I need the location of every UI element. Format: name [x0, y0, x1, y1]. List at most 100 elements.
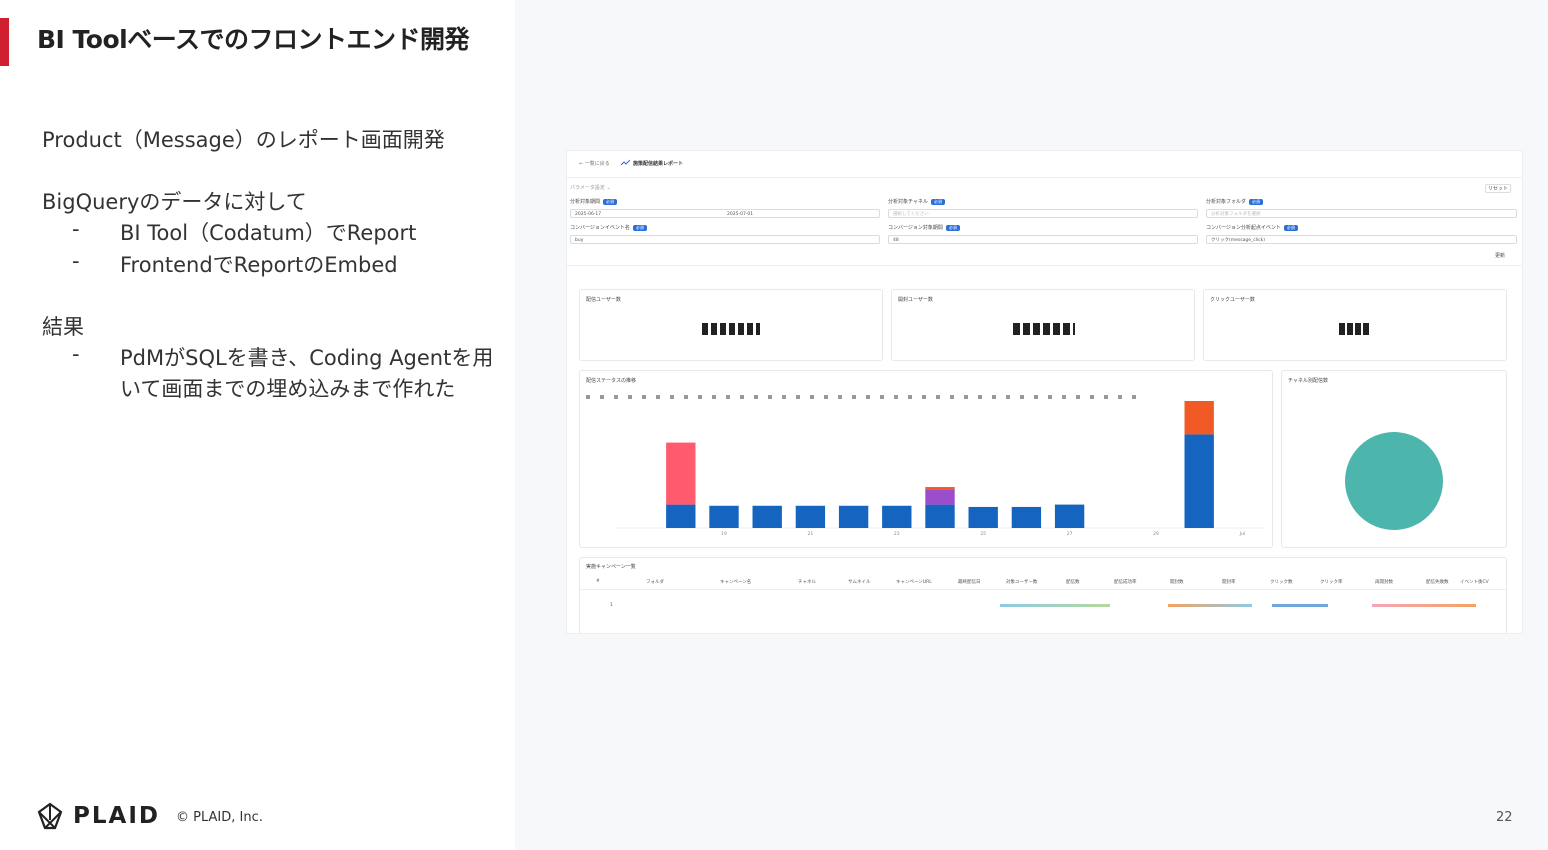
- bar-segment: [925, 487, 955, 490]
- table-row-redacted: [1168, 604, 1252, 607]
- bar-segment: [795, 505, 826, 528]
- table-header-row: # フォルダ キャンペーン名 チャネル サムネイル キャンペーンURL 最終配信日 対象ユーザ…: [580, 578, 1506, 588]
- table-header-cell[interactable]: サムネイル: [848, 579, 870, 585]
- folder-select[interactable]: 分析対象フォルダを選択: [1206, 209, 1517, 218]
- page-number: 22: [1496, 810, 1513, 825]
- cv-period-input[interactable]: 48: [888, 235, 1198, 244]
- filter-label-cv-origin: コンバージョン分析起点イベント 必須: [1206, 224, 1298, 231]
- status-trend-card: 配信ステータスの推移 19 21 23 25 27 29 Jul: [579, 370, 1273, 548]
- filters-divider: [567, 265, 1522, 266]
- back-link[interactable]: ← 一覧に戻る: [579, 160, 610, 167]
- table-title: 実施キャンペーン一覧: [586, 564, 636, 570]
- bar-segment: [1011, 506, 1042, 528]
- table-header-cell[interactable]: フォルダ: [646, 579, 664, 585]
- bullet-marker: -: [72, 342, 80, 366]
- slide-text-panel: BI Toolベースでのフロントエンド開発 Product（Message）のレ…: [0, 0, 515, 850]
- copyright: © PLAID, Inc.: [176, 810, 263, 825]
- table-header-cell[interactable]: キャンペーンURL: [896, 579, 932, 585]
- channel-select[interactable]: 選択してください: [888, 209, 1198, 218]
- bar-segment: [1184, 401, 1214, 435]
- pie-chart: [1345, 432, 1443, 530]
- kpi-card-opened: 開封ユーザー数: [891, 289, 1195, 361]
- bullet-bi-tool: BI Tool（Codatum）でReport: [120, 221, 417, 245]
- channel-pie-card: チャネル別配信数: [1281, 370, 1507, 548]
- bullet-frontend: FrontendでReportのEmbed: [120, 253, 398, 277]
- table-row-redacted: [1272, 604, 1328, 607]
- result-heading: 結果: [42, 315, 84, 339]
- table-row-index: 1: [610, 603, 613, 608]
- kpi-card-delivered: 配信ユーザー数: [579, 289, 883, 361]
- x-tick-label: 19: [721, 531, 727, 537]
- table-header-cell[interactable]: イベント後CV: [1460, 579, 1489, 585]
- bullet-marker: -: [72, 217, 80, 241]
- plaid-logo-icon: [37, 802, 63, 830]
- bar-segment: [709, 505, 739, 528]
- bar-segment: [1054, 504, 1085, 528]
- table-header-cell[interactable]: 開封率: [1222, 579, 1236, 585]
- x-tick-label: 27: [1067, 531, 1073, 537]
- cv-event-select[interactable]: buy: [570, 235, 880, 244]
- date-range-field[interactable]: 2025-06-17 2025-07-01: [570, 209, 880, 218]
- bullet-result-line2: いて画面までの埋め込みまで作れた: [120, 377, 456, 401]
- kpi-label: 開封ユーザー数: [898, 297, 933, 303]
- pie-title: チャネル別配信数: [1288, 378, 1328, 384]
- x-tick-label: 29: [1153, 531, 1159, 537]
- bar-segment: [666, 442, 696, 505]
- table-header-cell[interactable]: キャンペーン名: [720, 579, 751, 585]
- update-button[interactable]: 更新: [1495, 252, 1505, 259]
- table-header-cell[interactable]: 最終配信日: [958, 579, 981, 585]
- kpi-card-clicked: クリックユーザー数: [1203, 289, 1507, 361]
- chart-title: 配信ステータスの推移: [586, 378, 637, 384]
- kpi-label: 配信ユーザー数: [586, 297, 621, 303]
- table-header-cell[interactable]: 配信失敗数: [1426, 579, 1449, 585]
- bar-segment: [1184, 434, 1214, 528]
- chart-icon: [621, 159, 630, 166]
- kpi-value-redacted: [702, 323, 760, 335]
- table-header-cell[interactable]: チャネル: [798, 579, 816, 585]
- bar-segment: [882, 505, 912, 528]
- bar-segment: [968, 506, 998, 528]
- kpi-value-redacted: [1013, 323, 1075, 335]
- table-header-cell[interactable]: 再開封数: [1375, 579, 1393, 585]
- campaign-table-card: 実施キャンペーン一覧 # フォルダ キャンペーン名 チャネル サムネイル キャンペーンUR…: [579, 557, 1507, 633]
- table-row-redacted: [1372, 604, 1476, 607]
- x-tick-label: 25: [980, 531, 986, 537]
- chart-legend-redacted: [586, 395, 1146, 399]
- bar-segment: [925, 489, 955, 505]
- bar-segment: [666, 504, 696, 528]
- table-header-cell[interactable]: クリック率: [1320, 579, 1343, 585]
- data-source-line: BigQueryのデータに対して: [42, 190, 307, 214]
- bullet-result-line1: PdMがSQLを書き、Coding Agentを用: [120, 346, 494, 370]
- report-screenshot: ← 一覧に戻る 施策配信結果レポート パラメータ設定 ⌄ リセット 分析対象期間…: [566, 150, 1523, 634]
- kpi-value-redacted: [1339, 323, 1371, 335]
- filter-label-channel: 分析対象チャネル 必須: [888, 198, 945, 205]
- bar-segment: [925, 504, 955, 528]
- table-header-cell[interactable]: クリック数: [1270, 579, 1293, 585]
- x-tick-label: 21: [808, 531, 814, 537]
- report-title: 施策配信結果レポート: [633, 161, 684, 167]
- title-accent-bar: [0, 18, 9, 66]
- x-tick-label: 23: [894, 531, 900, 537]
- cv-origin-select[interactable]: クリック(message_click): [1206, 235, 1517, 244]
- bar-segment: [838, 505, 869, 528]
- filter-label-cv-event: コンバージョンイベント名 必須: [570, 224, 647, 231]
- table-divider: [580, 589, 1506, 590]
- table-row-redacted: [1000, 604, 1110, 607]
- pie-slice: [1345, 432, 1443, 530]
- bar-chart: 19 21 23 25 27 29 Jul: [616, 401, 1264, 537]
- table-header-cell[interactable]: #: [596, 579, 600, 584]
- params-toggle[interactable]: パラメータ設定 ⌄: [570, 184, 611, 191]
- table-header-cell[interactable]: 対象ユーザー数: [1006, 579, 1037, 585]
- plaid-logo: PLAID: [37, 802, 160, 830]
- x-tick-label: Jul: [1239, 531, 1245, 537]
- reset-button[interactable]: リセット: [1485, 184, 1512, 193]
- table-header-cell[interactable]: 開封数: [1170, 579, 1184, 585]
- filter-label-folder: 分析対象フォルダ 必須: [1206, 198, 1264, 205]
- slide-title: BI Toolベースでのフロントエンド開発: [37, 25, 469, 54]
- kpi-label: クリックユーザー数: [1210, 297, 1255, 303]
- bar-segment: [752, 505, 782, 528]
- table-header-cell[interactable]: 配信成功率: [1114, 579, 1137, 585]
- brand-name: PLAID: [73, 803, 160, 829]
- filter-label-cv-period: コンバージョン対象期間 必須: [888, 224, 960, 231]
- table-header-cell[interactable]: 配信数: [1066, 579, 1080, 585]
